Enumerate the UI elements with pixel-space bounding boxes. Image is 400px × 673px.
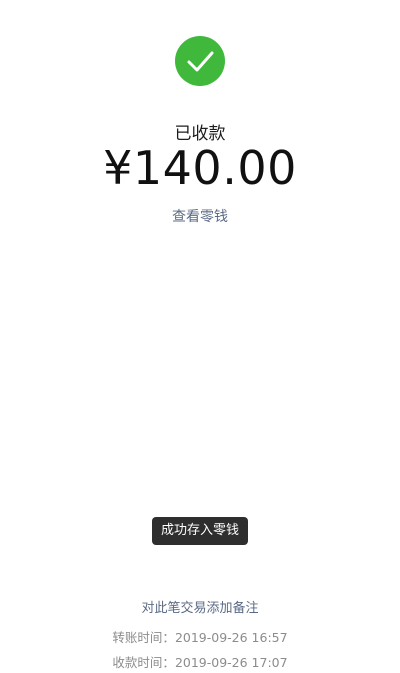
receive-time-line: 收款时间：2019-09-26 17:07	[0, 652, 400, 671]
transfer-time-value: 2019-09-26 16:57	[174, 630, 288, 645]
transfer-time-label: 转账时间：	[112, 630, 175, 645]
check-circle-icon	[175, 36, 225, 86]
checkmark-icon	[187, 51, 214, 72]
transfer-time-line: 转账时间：2019-09-26 16:57	[0, 627, 400, 646]
receive-time-label: 收款时间：	[112, 655, 175, 670]
success-toast: 成功存入零钱	[152, 517, 248, 545]
receive-time-value: 2019-09-26 17:07	[174, 655, 288, 670]
view-change-link[interactable]: 查看零钱	[0, 206, 400, 226]
add-note-link[interactable]: 对此笔交易添加备注	[0, 597, 400, 616]
amount-value: ¥140.00	[103, 141, 297, 195]
